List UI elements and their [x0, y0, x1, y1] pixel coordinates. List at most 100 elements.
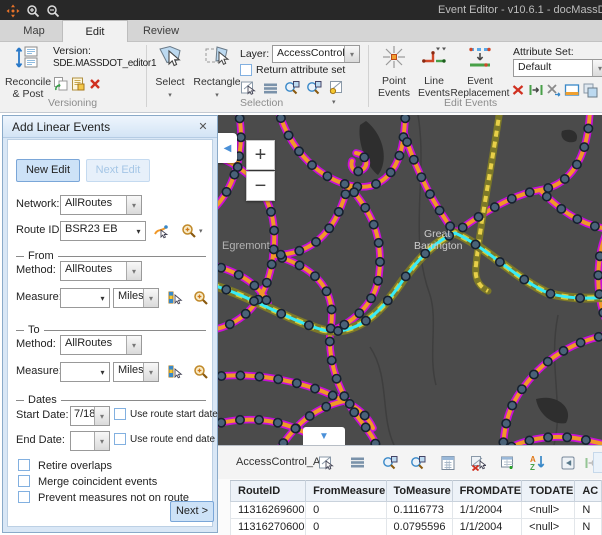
cell[interactable]: <null>	[522, 519, 575, 535]
rectangle-button[interactable]: Rectangle ▾	[192, 44, 242, 102]
tab-map[interactable]: Map	[8, 20, 60, 42]
network-combo[interactable]: AllRoutes ▾	[60, 195, 142, 215]
point-events-button[interactable]: Point Events	[374, 44, 414, 99]
cell[interactable]: 0.0795596	[386, 519, 452, 535]
col-routeid[interactable]: RouteID	[231, 481, 306, 502]
table-zoom-to-selection-icon[interactable]	[380, 453, 399, 472]
select-tool-options-icon[interactable]	[327, 79, 345, 97]
cell[interactable]: N	[575, 519, 602, 535]
table-field-calculator-icon[interactable]	[438, 453, 457, 472]
table-add-record-icon[interactable]	[498, 453, 517, 472]
tab-review[interactable]: Review	[130, 20, 192, 42]
end-date-combo[interactable]: ▾	[70, 431, 110, 451]
table-pan-to-selection-icon[interactable]	[408, 453, 427, 472]
from-unit-combo[interactable]: Miles ▾	[113, 288, 159, 308]
retire-overlaps-checkbox[interactable]	[18, 459, 30, 471]
use-route-start-date-checkbox[interactable]	[114, 408, 126, 420]
col-fromdate[interactable]: FROMDATE	[452, 481, 522, 502]
zoom-in-icon[interactable]	[25, 3, 40, 18]
zoom-to-selected-icon[interactable]	[283, 79, 301, 97]
select-tool-caret-icon[interactable]: ▾	[332, 98, 336, 106]
attribute-table[interactable]: RouteID FromMeasure ToMeasure FROMDATE T…	[230, 480, 602, 535]
cell[interactable]: 0	[306, 519, 386, 535]
table-identify-icon[interactable]	[558, 453, 577, 472]
start-date-combo[interactable]: 7/18/ ▾	[70, 406, 110, 426]
next-button[interactable]: Next >	[170, 501, 214, 522]
table-select-features-icon[interactable]	[316, 453, 335, 472]
cell[interactable]: 11316270600	[231, 519, 306, 535]
route-select-icon[interactable]	[152, 222, 170, 240]
end-date-caret-icon[interactable]: ▾	[94, 432, 109, 450]
cell[interactable]: 0	[306, 502, 386, 519]
layer-combo-caret-icon[interactable]: ▾	[344, 46, 359, 62]
cell[interactable]: 11316269600	[231, 502, 306, 519]
to-method-combo[interactable]: AllRoutes ▾	[60, 335, 142, 355]
trim-event-icon[interactable]	[545, 81, 563, 99]
return-attribute-set-checkbox[interactable]	[240, 64, 252, 76]
col-tomeasure[interactable]: ToMeasure	[386, 481, 452, 502]
table-attribute-list-icon[interactable]	[348, 453, 367, 472]
select-features-icon[interactable]	[239, 79, 257, 97]
from-method-combo[interactable]: AllRoutes ▾	[60, 261, 142, 281]
map-canvas[interactable]: Egremont Great Barrington ◀ + − ▼	[218, 115, 602, 445]
cell[interactable]: 1/1/2004	[452, 519, 522, 535]
to-unit-caret-icon[interactable]: ▾	[143, 363, 158, 381]
col-frommeasure[interactable]: FromMeasure	[306, 481, 386, 502]
network-caret-icon[interactable]: ▾	[126, 196, 141, 214]
zoom-out-icon[interactable]	[45, 3, 60, 18]
edit-attributes-icon[interactable]	[563, 81, 581, 99]
select-button[interactable]: Select ▾	[150, 44, 190, 102]
reconcile-icon[interactable]	[52, 75, 70, 93]
cell[interactable]: N	[575, 502, 602, 519]
delete-event-icon[interactable]	[509, 81, 527, 99]
prevent-measures-checkbox[interactable]	[18, 491, 30, 503]
cell[interactable]: <null>	[522, 502, 575, 519]
from-measure-caret-icon[interactable]: ▾	[96, 289, 109, 307]
save-button[interactable]: S	[593, 452, 602, 473]
collapse-table-icon[interactable]: ▼	[303, 427, 345, 445]
new-version-icon[interactable]	[69, 75, 87, 93]
copy-event-icon[interactable]	[581, 81, 599, 99]
table-row[interactable]: 11316269600 0 0.1116773 1/1/2004 <null> …	[231, 502, 602, 519]
map-zoom-in-button[interactable]: +	[246, 140, 275, 170]
map-zoom-out-button[interactable]: −	[246, 171, 275, 201]
selection-list-icon[interactable]	[261, 79, 279, 97]
col-access[interactable]: AC	[575, 481, 602, 502]
from-measure-combo[interactable]: ▾	[60, 288, 110, 308]
table-sort-icon[interactable]: AZ	[528, 453, 547, 472]
layer-combo[interactable]: AccessControl_A ▾	[272, 45, 360, 63]
route-zoom-icon[interactable]	[180, 222, 198, 240]
route-id-combo[interactable]: BSR23 EB ▾	[60, 221, 146, 241]
from-method-caret-icon[interactable]: ▾	[126, 262, 141, 280]
to-measure-combo[interactable]: ▾	[60, 362, 110, 382]
col-todate[interactable]: TODATE	[522, 481, 575, 502]
cell[interactable]: 1/1/2004	[452, 502, 522, 519]
table-clear-selection-icon[interactable]	[468, 453, 487, 472]
from-measure-zoom-icon[interactable]	[192, 289, 210, 307]
close-icon[interactable]: ✕	[197, 121, 209, 133]
from-measure-pick-icon[interactable]	[166, 289, 184, 307]
delete-version-icon[interactable]	[86, 75, 104, 93]
attribute-set-caret-icon[interactable]: ▾	[592, 60, 602, 76]
use-route-end-date-checkbox[interactable]	[114, 433, 126, 445]
to-measure-zoom-icon[interactable]	[192, 363, 210, 381]
route-zoom-caret-icon[interactable]: ▾	[199, 227, 203, 235]
to-unit-combo[interactable]: Miles ▾	[113, 362, 159, 382]
start-date-caret-icon[interactable]: ▾	[94, 407, 109, 425]
new-edit-button[interactable]: New Edit	[16, 159, 80, 182]
split-event-icon[interactable]	[527, 81, 545, 99]
from-unit-caret-icon[interactable]: ▾	[143, 289, 158, 307]
cell[interactable]: 0.1116773	[386, 502, 452, 519]
route-id-caret-icon[interactable]: ▾	[132, 222, 145, 240]
merge-coincident-checkbox[interactable]	[18, 475, 30, 487]
collapse-panel-icon[interactable]: ◀	[218, 133, 237, 163]
tab-edit[interactable]: Edit	[62, 20, 128, 43]
table-row[interactable]: 11316270600 0 0.0795596 1/1/2004 <null> …	[231, 519, 602, 535]
attribute-set-combo[interactable]: Default ▾	[513, 59, 602, 77]
to-measure-caret-icon[interactable]: ▾	[96, 363, 109, 381]
next-edit-button[interactable]: Next Edit	[86, 159, 150, 182]
to-method-caret-icon[interactable]: ▾	[126, 336, 141, 354]
to-measure-pick-icon[interactable]	[166, 363, 184, 381]
event-replacement-button[interactable]: Event Replacement	[450, 44, 510, 100]
pan-to-selected-icon[interactable]	[305, 79, 323, 97]
